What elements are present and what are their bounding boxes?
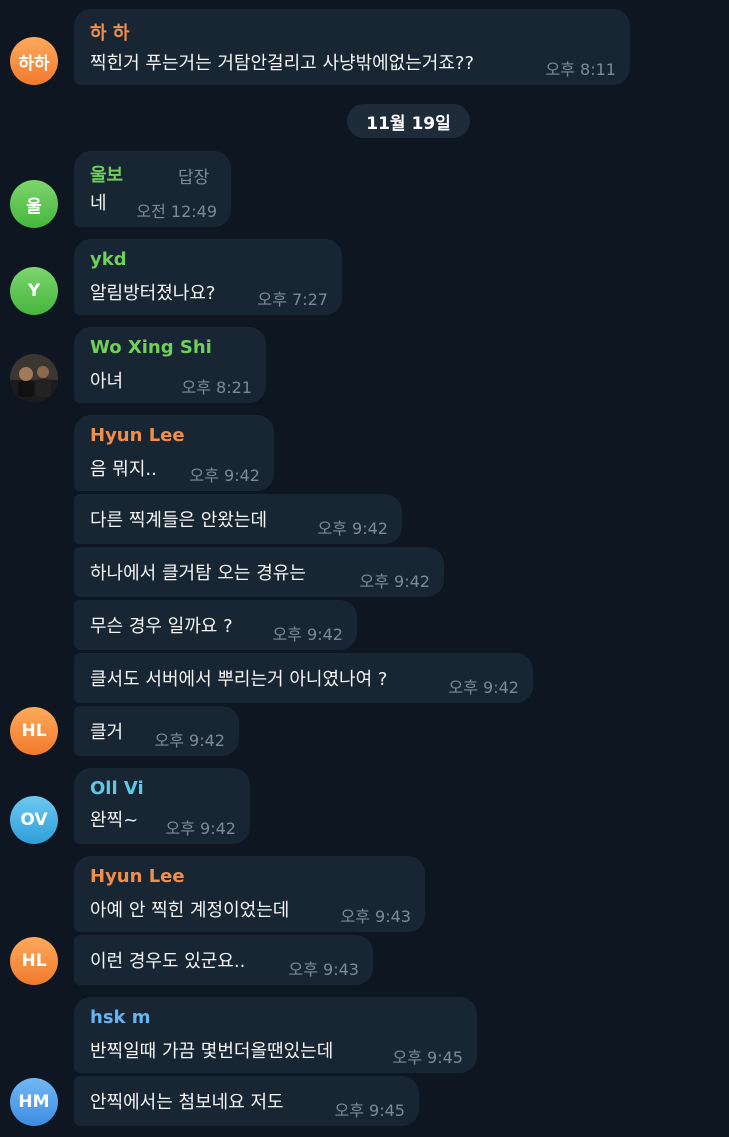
avatar[interactable]: HL	[10, 937, 58, 985]
message-text: 다른 찍계들은 안왔는데	[90, 510, 268, 531]
avatar[interactable]: OV	[10, 796, 58, 844]
message-time: 오후 9:42	[189, 466, 260, 485]
photo-avatar[interactable]	[10, 354, 58, 402]
message-bubble[interactable]: 하나에서 클거탐 오는 경유는 오후 9:42	[74, 547, 444, 597]
message-bubble[interactable]: 클거 오후 9:42	[74, 706, 239, 756]
sender-name[interactable]: 하 하	[90, 19, 129, 45]
message-time: 오후 9:42	[359, 572, 430, 591]
message-time: 오후 9:45	[392, 1048, 463, 1067]
message-time: 오후 8:21	[181, 378, 252, 397]
message-bubble[interactable]: 울보 답장 네 오전 12:49	[74, 151, 231, 227]
message-bubble[interactable]: 클서도 서버에서 뿌리는거 아니였나여 ? 오후 9:42	[74, 653, 533, 703]
message-time: 오후 9:42	[154, 731, 225, 750]
message-text: 음 뭐지..	[90, 459, 157, 480]
message-bubble[interactable]: 다른 찍계들은 안왔는데 오후 9:42	[74, 494, 402, 544]
avatar[interactable]: 울	[10, 180, 58, 228]
message-text: 클거	[90, 722, 124, 743]
message-bubble[interactable]: Hyun Lee 음 뭐지.. 오후 9:42	[74, 415, 274, 491]
sender-name[interactable]: ykd	[90, 249, 127, 270]
avatar[interactable]: HM	[10, 1078, 58, 1126]
message-bubble[interactable]: ykd 알림방터졌나요? 오후 7:27	[74, 239, 342, 315]
message-time: 오후 9:42	[272, 625, 343, 644]
avatar[interactable]: Y	[10, 267, 58, 315]
sender-name[interactable]: 울보	[90, 161, 123, 187]
avatar[interactable]: HL	[10, 707, 58, 755]
message-text: 무슨 경우 일까요 ?	[90, 616, 233, 637]
sender-name[interactable]: Hyun Lee	[90, 866, 185, 887]
message-bubble[interactable]: Hyun Lee 아예 안 찍힌 계정이었는데 오후 9:43	[74, 856, 425, 932]
message-bubble[interactable]: 하 하 찍힌거 푸는거는 거탐안걸리고 사냥밖에없는거죠?? 오후 8:11	[74, 9, 630, 85]
photo-avatar-image	[10, 354, 58, 402]
message-time: 오후 9:43	[288, 960, 359, 979]
message-text: 네	[90, 193, 107, 214]
message-bubble[interactable]: 이런 경우도 있군요.. 오후 9:43	[74, 935, 373, 985]
message-text: 하나에서 클거탐 오는 경유는	[90, 563, 306, 584]
date-separator[interactable]: 11월 19일	[347, 104, 470, 138]
message-bubble[interactable]: Wo Xing Shi 아녀 오후 8:21	[74, 327, 266, 403]
message-time: 오후 9:42	[317, 519, 388, 538]
avatar[interactable]: 하하	[10, 37, 58, 85]
message-time: 오후 9:43	[340, 907, 411, 926]
message-text: 찍힌거 푸는거는 거탐안걸리고 사냥밖에없는거죠??	[90, 53, 475, 74]
message-bubble[interactable]: 안찍에서는 첨보네요 저도 오후 9:45	[74, 1076, 419, 1126]
message-time: 오후 8:11	[545, 60, 616, 79]
message-bubble[interactable]: 무슨 경우 일까요 ? 오후 9:42	[74, 600, 357, 650]
message-time: 오후 9:42	[448, 678, 519, 697]
message-time: 오후 7:27	[257, 290, 328, 309]
message-text: 반찍일때 가끔 몇번더올땐있는데	[90, 1041, 334, 1062]
message-text: 안찍에서는 첨보네요 저도	[90, 1092, 284, 1113]
message-time: 오후 9:42	[165, 819, 236, 838]
reply-label[interactable]: 답장	[178, 163, 209, 188]
message-text: 완찍~	[90, 810, 139, 831]
message-text: 알림방터졌나요?	[90, 283, 216, 304]
sender-name[interactable]: Oll Vi	[90, 778, 144, 799]
sender-name[interactable]: Hyun Lee	[90, 425, 185, 446]
message-text: 아녀	[90, 371, 124, 392]
message-time: 오후 9:45	[334, 1101, 405, 1120]
message-text: 아예 안 찍힌 계정이었는데	[90, 900, 290, 921]
sender-name[interactable]: hsk m	[90, 1007, 151, 1028]
message-time: 오전 12:49	[136, 202, 217, 221]
message-text: 이런 경우도 있군요..	[90, 951, 246, 972]
message-bubble[interactable]: hsk m 반찍일때 가끔 몇번더올땐있는데 오후 9:45	[74, 997, 477, 1073]
message-text: 클서도 서버에서 뿌리는거 아니였나여 ?	[90, 669, 388, 690]
sender-name[interactable]: Wo Xing Shi	[90, 337, 212, 358]
message-bubble[interactable]: Oll Vi 완찍~ 오후 9:42	[74, 768, 250, 844]
